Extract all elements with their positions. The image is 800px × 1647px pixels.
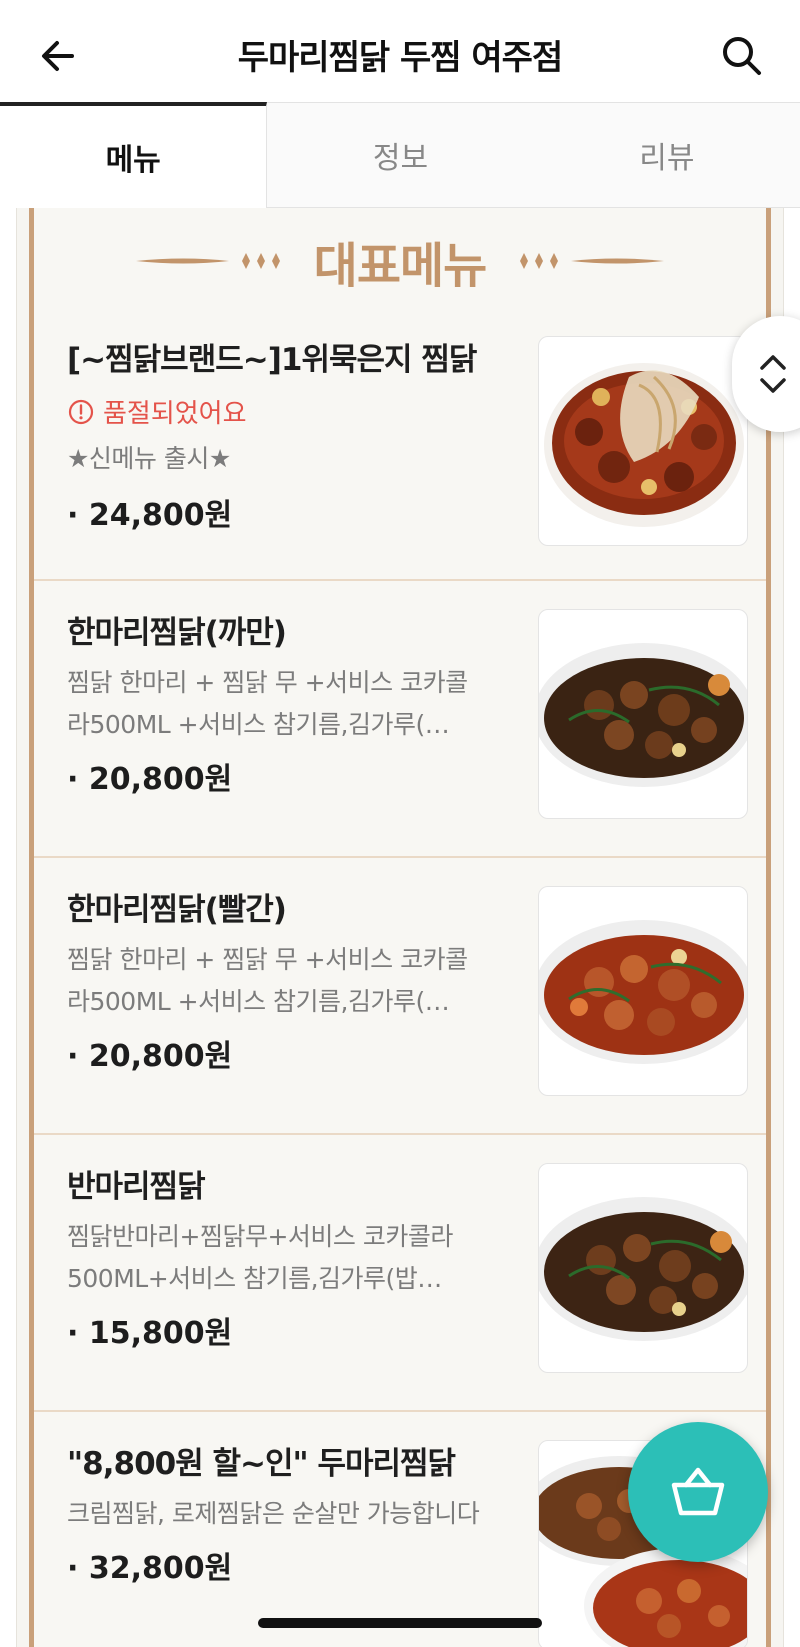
menu-item-price: · 15,800원 — [67, 1316, 233, 1351]
braised-chicken-red-image — [539, 920, 747, 1064]
tab-bar: 메뉴 정보 리뷰 — [0, 102, 800, 208]
sold-out-text: 품절되었어요 — [103, 399, 247, 429]
search-icon — [723, 37, 761, 75]
menu-item-image — [538, 609, 748, 819]
tab-reviews[interactable]: 리뷰 — [533, 102, 800, 208]
menu-item[interactable]: 반마리찜닭 찜닭반마리+찜닭무+서비스 코카콜라500ML+서비스 참기름,김가… — [34, 1135, 766, 1412]
menu-item-desc: 찜닭반마리+찜닭무+서비스 코카콜라500ML+서비스 참기름,김가루(밥… — [67, 1222, 453, 1293]
alert-circle-icon — [68, 399, 94, 424]
menu-item-name: 반마리찜닭 — [67, 1169, 206, 1205]
search-button[interactable] — [714, 28, 770, 84]
braised-chicken-black-image — [539, 643, 747, 787]
tab-menu[interactable]: 메뉴 — [0, 102, 268, 208]
menu-item-desc: ★신메뉴 출시★ — [67, 444, 231, 473]
menu-item-info: 한마리찜닭(빨간) 찜닭 한마리 + 찜닭 무 +서비스 코카콜라500ML +… — [67, 884, 487, 1075]
menu-item-desc: 찜닭 한마리 + 찜닭 무 +서비스 코카콜라500ML +서비스 참기름,김가… — [67, 668, 468, 739]
menu-item-name: "8,800원 할~인" 두마리찜닭 — [67, 1446, 456, 1482]
braised-chicken-kimchi-image — [544, 363, 744, 527]
menu-item-image — [538, 886, 748, 1096]
basket-icon — [671, 1467, 725, 1516]
menu-item-price: · 20,800원 — [67, 762, 233, 797]
page-title: 두마리찜닭 두찜 여주점 — [237, 38, 563, 78]
menu-item-name: 한마리찜닭(까만) — [67, 615, 287, 651]
menu-item-price: · 32,800원 — [67, 1551, 233, 1586]
cart-button[interactable] — [628, 1422, 768, 1562]
section-header: 대표메뉴 — [17, 226, 783, 296]
menu-item-name: 한마리찜닭(빨간) — [67, 892, 287, 928]
menu-item-desc: 크림찜닭, 로제찜닭은 순살만 가능합니다 — [67, 1499, 480, 1528]
menu-item-price: · 24,800원 — [67, 498, 233, 533]
sold-out-badge: 품절되었어요 — [67, 393, 487, 430]
menu-item-image — [538, 336, 748, 546]
menu-item-info: 반마리찜닭 찜닭반마리+찜닭무+서비스 코카콜라500ML+서비스 참기름,김가… — [67, 1161, 487, 1352]
back-button[interactable] — [30, 28, 86, 84]
menu-item-price: · 20,800원 — [67, 1039, 233, 1074]
menu-item-desc: 찜닭 한마리 + 찜닭 무 +서비스 코카콜라500ML +서비스 참기름,김가… — [67, 945, 468, 1016]
home-indicator — [258, 1618, 542, 1628]
menu-item-image — [538, 1163, 748, 1373]
arrow-left-icon — [42, 41, 74, 71]
braised-chicken-half-image — [539, 1197, 747, 1341]
menu-item[interactable]: 한마리찜닭(까만) 찜닭 한마리 + 찜닭 무 +서비스 코카콜라500ML +… — [34, 581, 766, 858]
ornament-left-icon — [135, 253, 280, 269]
menu-item-name: [~찜닭브랜드~]1위묵은지 찜닭 — [67, 342, 477, 378]
tab-info[interactable]: 정보 — [267, 102, 534, 208]
menu-item-info: [~찜닭브랜드~]1위묵은지 찜닭 품절되었어요 ★신메뉴 출시★ · 24,8… — [67, 334, 487, 534]
ornament-right-icon — [520, 253, 665, 269]
menu-item[interactable]: 한마리찜닭(빨간) 찜닭 한마리 + 찜닭 무 +서비스 코카콜라500ML +… — [34, 858, 766, 1135]
menu-item-info: "8,800원 할~인" 두마리찜닭 크림찜닭, 로제찜닭은 순살만 가능합니다… — [67, 1438, 487, 1587]
app-header: 두마리찜닭 두찜 여주점 — [0, 0, 800, 104]
menu-item[interactable]: [~찜닭브랜드~]1위묵은지 찜닭 품절되었어요 ★신메뉴 출시★ · 24,8… — [34, 304, 766, 581]
menu-item-info: 한마리찜닭(까만) 찜닭 한마리 + 찜닭 무 +서비스 코카콜라500ML +… — [67, 607, 487, 798]
section-title: 대표메뉴 — [313, 238, 488, 294]
scroll-toggle-button[interactable] — [732, 316, 800, 432]
chevron-up-down-icon — [760, 355, 786, 393]
